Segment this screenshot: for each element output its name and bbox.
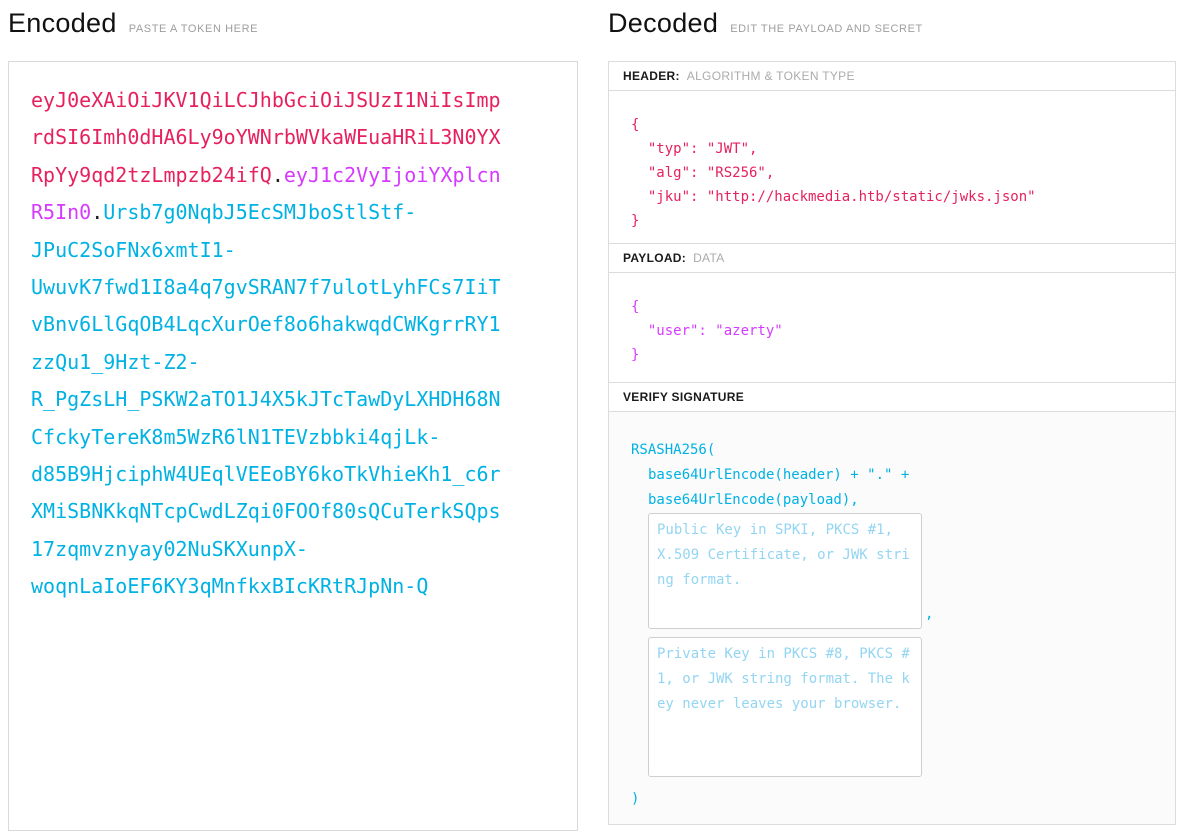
header-section-sublabel: ALGORITHM & TOKEN TYPE — [687, 69, 855, 83]
decoded-title: Decoded — [608, 8, 718, 39]
encoded-subtitle: PASTE A TOKEN HERE — [129, 23, 258, 35]
header-section-label: HEADER: — [623, 69, 680, 83]
decoded-header: Decoded EDIT THE PAYLOAD AND SECRET — [608, 8, 1176, 40]
payload-json-text[interactable]: { "user": "azerty" } — [631, 295, 1175, 367]
signature-encode-payload-line: base64UrlEncode(payload), — [631, 488, 1175, 513]
payload-section-label: PAYLOAD: — [623, 251, 686, 265]
signature-section-label: VERIFY SIGNATURE — [623, 390, 744, 404]
signature-section: RSASHA256( base64UrlEncode(header) + "."… — [608, 411, 1176, 825]
signature-section-labelbar: VERIFY SIGNATURE — [608, 382, 1176, 412]
signature-separator-comma: , — [925, 602, 933, 627]
header-json-text[interactable]: { "typ": "JWT", "alg": "RS256", "jku": "… — [631, 113, 1175, 233]
payload-section-labelbar: PAYLOAD: DATA — [608, 243, 1176, 273]
tok-dot: . — [272, 163, 284, 187]
jwt-token-text[interactable]: eyJ0eXAiOiJKV1QiLCJhbGciOiJSUzI1NiIsImpr… — [31, 82, 508, 606]
public-key-input[interactable] — [648, 513, 922, 629]
jwt-debugger-page: Encoded PASTE A TOKEN HERE eyJ0eXAiOiJKV… — [0, 0, 1184, 839]
signature-algorithm-line: RSASHA256( — [631, 438, 1175, 463]
header-json-editor[interactable]: { "typ": "JWT", "alg": "RS256", "jku": "… — [608, 90, 1176, 244]
header-section-labelbar: HEADER: ALGORITHM & TOKEN TYPE — [608, 61, 1176, 91]
decoded-column: Decoded EDIT THE PAYLOAD AND SECRET HEAD… — [608, 8, 1176, 839]
signature-formula: RSASHA256( base64UrlEncode(header) + "."… — [631, 438, 1175, 812]
decoded-subtitle: EDIT THE PAYLOAD AND SECRET — [730, 23, 923, 35]
signature-closing-paren: ) — [631, 787, 1175, 812]
private-key-input[interactable] — [648, 637, 922, 777]
encoded-title: Encoded — [8, 8, 117, 39]
payload-section-sublabel: DATA — [693, 251, 724, 265]
tok-signature-segment: Ursb7g0NqbJ5EcSMJboStlStf-JPuC2SoFNx6xmt… — [31, 200, 501, 598]
encoded-header: Encoded PASTE A TOKEN HERE — [8, 8, 578, 40]
payload-json-editor[interactable]: { "user": "azerty" } — [608, 272, 1176, 383]
signature-encode-header-line: base64UrlEncode(header) + "." + — [631, 463, 1175, 488]
tok-dot: . — [91, 200, 103, 224]
encoded-token-editor[interactable]: eyJ0eXAiOiJKV1QiLCJhbGciOiJSUzI1NiIsImpr… — [8, 61, 578, 831]
encoded-column: Encoded PASTE A TOKEN HERE eyJ0eXAiOiJKV… — [8, 8, 578, 839]
